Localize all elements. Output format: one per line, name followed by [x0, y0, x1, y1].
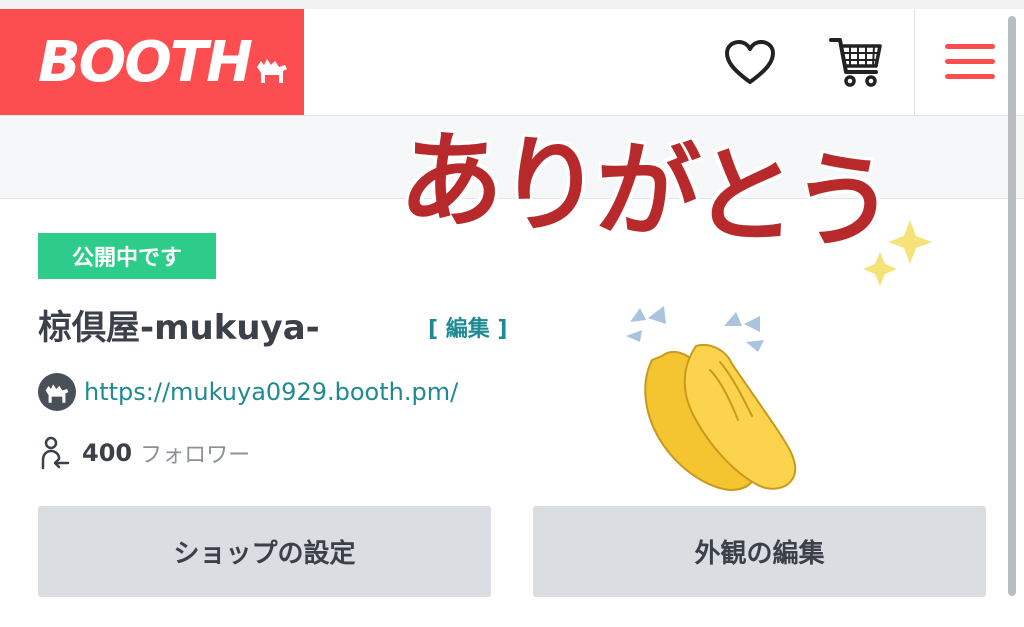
- clapping-hands-icon: [644, 344, 797, 492]
- follower-count: 400: [82, 439, 133, 467]
- follower-label: フォロワー: [140, 443, 251, 468]
- shop-url-link[interactable]: https://mukuya0929.booth.pm/: [84, 378, 458, 406]
- favorites-button[interactable]: [712, 9, 788, 115]
- cart-icon: [829, 38, 882, 87]
- edit-appearance-button[interactable]: 外観の編集: [533, 506, 986, 597]
- cart-button[interactable]: [818, 9, 894, 115]
- logo-text: BOOTH: [38, 29, 253, 95]
- shop-name: 椋倶屋-mukuya-: [38, 308, 320, 348]
- camel-icon: [256, 59, 287, 83]
- hamburger-menu-icon: [945, 44, 995, 79]
- scrollbar[interactable]: [1008, 16, 1016, 596]
- thank-you-sticker-text: ありがとう: [396, 117, 893, 265]
- follower-icon: [41, 436, 70, 470]
- follower-row[interactable]: 400 フォロワー: [40, 436, 250, 470]
- shop-url-row: https://mukuya0929.booth.pm/: [38, 373, 458, 411]
- clap-motion-lines: [626, 306, 764, 352]
- booth-camel-icon: [38, 373, 76, 411]
- edit-shop-name-link[interactable]: [ 編集 ]: [428, 311, 507, 343]
- status-badge: 公開中です: [38, 233, 216, 279]
- booth-logo[interactable]: BOOTH: [0, 9, 304, 115]
- shop-settings-button[interactable]: ショップの設定: [38, 506, 491, 597]
- heart-icon: [725, 40, 775, 84]
